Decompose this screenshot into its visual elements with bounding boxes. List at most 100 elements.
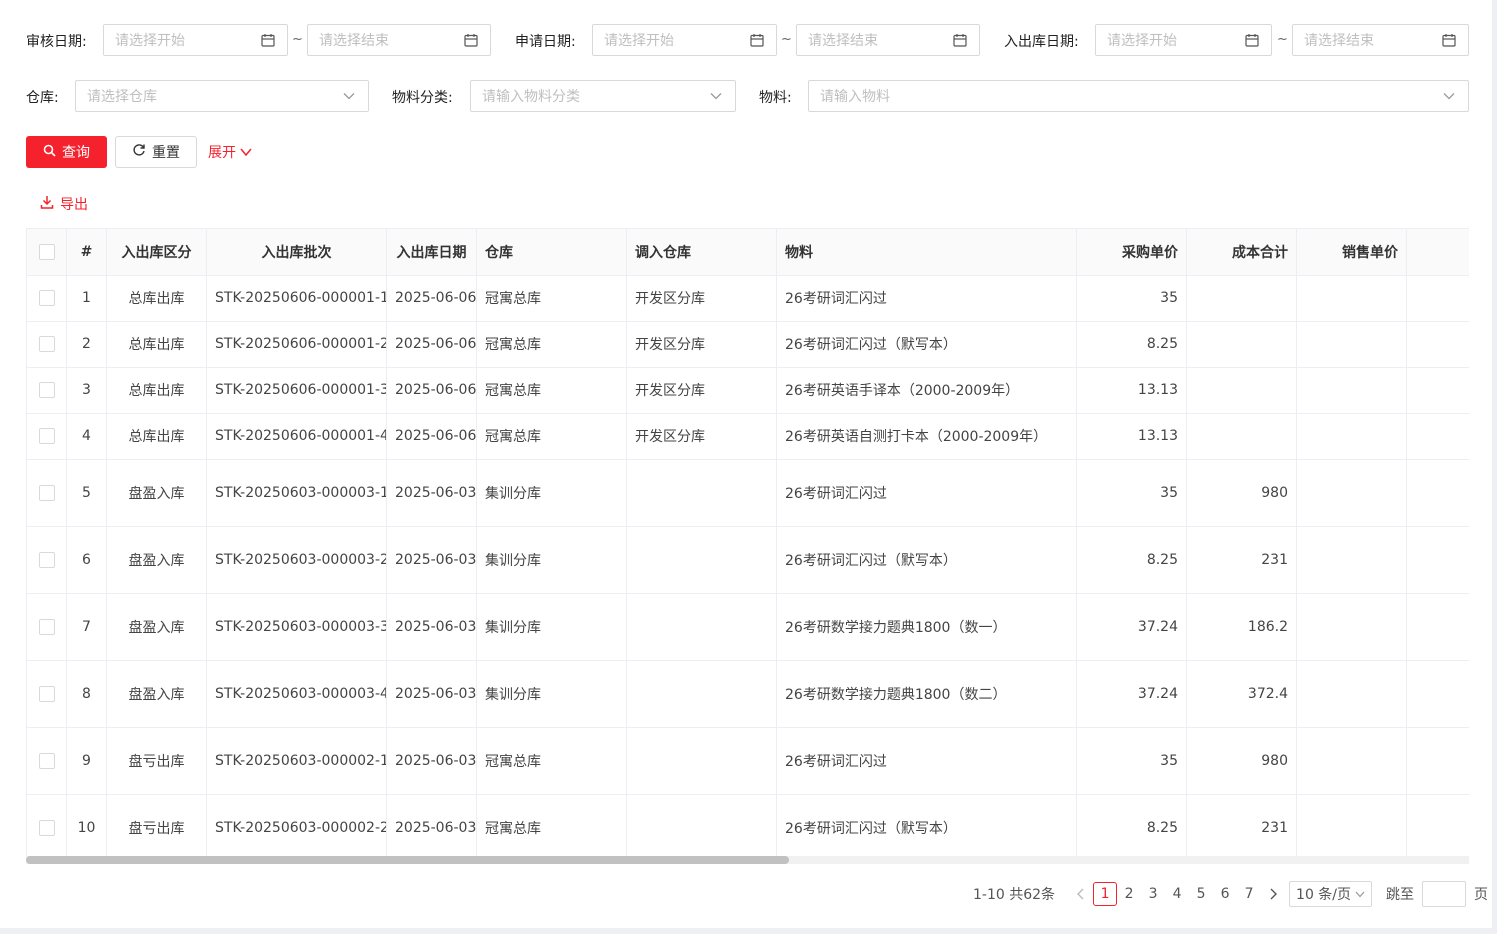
row-checkbox[interactable] xyxy=(26,727,67,795)
row-checkbox[interactable] xyxy=(26,526,67,594)
calendar-icon xyxy=(260,32,276,48)
row-checkbox[interactable] xyxy=(26,459,67,527)
row-checkbox[interactable] xyxy=(26,593,67,661)
page-number-1[interactable]: 1 xyxy=(1093,882,1118,906)
jump-page-input[interactable] xyxy=(1422,881,1467,907)
cell-to-warehouse xyxy=(626,727,777,795)
cell-to-warehouse: 开发区分库 xyxy=(626,275,777,322)
warehouse-placeholder: 请选择仓库 xyxy=(87,89,157,105)
cell-cost-total xyxy=(1186,367,1297,414)
cell-to-warehouse xyxy=(626,459,777,527)
category-placeholder: 请输入物料分类 xyxy=(482,89,580,105)
cell-purchase-price: 13.13 xyxy=(1076,413,1187,460)
cell-purchase-price: 8.25 xyxy=(1076,794,1187,862)
cell-batch: STK-20250603-000003-10 xyxy=(206,459,387,527)
page-number-2[interactable]: 2 xyxy=(1117,882,1141,906)
page-number-6[interactable]: 6 xyxy=(1213,882,1237,906)
table-header-row: # 入出库区分 入出库批次 入出库日期 仓库 调入仓库 物料 采购单价 成本合计… xyxy=(26,229,1469,276)
cell-index: 4 xyxy=(66,413,107,460)
warehouse-select[interactable]: 请选择仓库 xyxy=(75,80,369,112)
material-select[interactable]: 请输入物料 xyxy=(808,80,1469,112)
data-table: # 入出库区分 入出库批次 入出库日期 仓库 调入仓库 物料 采购单价 成本合计… xyxy=(26,228,1469,864)
row-checkbox[interactable] xyxy=(26,794,67,862)
cell-material: 26考研英语手译本（2000-2009年） xyxy=(776,367,1077,414)
cell-date: 2025-06-06 xyxy=(386,321,477,368)
audit-date-start-picker[interactable]: 请选择开始 xyxy=(103,24,288,56)
page-size-select[interactable]: 10 条/页 xyxy=(1289,881,1373,907)
cell-sale-total xyxy=(1406,526,1469,594)
table-row[interactable]: 6 盘盈入库 STK-20250603-000003-20 2025-06-03 集训分… xyxy=(26,526,1469,594)
page-number-3[interactable]: 3 xyxy=(1141,882,1165,906)
inout-date-label: 入出库日期: xyxy=(1004,34,1079,50)
apply-date-end-picker[interactable]: 请选择结束 xyxy=(796,24,980,56)
cell-index: 7 xyxy=(66,593,107,661)
calendar-icon xyxy=(1244,32,1260,48)
cell-type: 总库出库 xyxy=(106,275,207,322)
cell-sale-total xyxy=(1406,459,1469,527)
cell-cost-total: 980 xyxy=(1186,459,1297,527)
horizontal-scrollbar-thumb[interactable] xyxy=(26,856,789,864)
cell-warehouse: 冠寓总库 xyxy=(476,367,627,414)
table-row[interactable]: 3 总库出库 STK-20250606-000001-30 2025-06-06 冠寓总… xyxy=(26,367,1469,414)
export-button[interactable]: 导出 xyxy=(40,192,88,216)
table-row[interactable]: 2 总库出库 STK-20250606-000001-20 2025-06-06 冠寓总… xyxy=(26,321,1469,368)
table-row[interactable]: 1 总库出库 STK-20250606-000001-10 2025-06-06 冠寓总… xyxy=(26,275,1469,322)
table-row[interactable]: 5 盘盈入库 STK-20250603-000003-10 2025-06-03 集训分… xyxy=(26,459,1469,527)
range-separator: ~ xyxy=(1277,32,1288,47)
cell-material: 26考研词汇闪过（默写本） xyxy=(776,321,1077,368)
cell-type: 盘亏出库 xyxy=(106,727,207,795)
cell-warehouse: 冠寓总库 xyxy=(476,275,627,322)
inout-date-start-picker[interactable]: 请选择开始 xyxy=(1095,24,1272,56)
row-checkbox[interactable] xyxy=(26,275,67,322)
calendar-icon xyxy=(1441,32,1457,48)
next-page-button[interactable] xyxy=(1261,882,1285,906)
cell-index: 6 xyxy=(66,526,107,594)
cell-batch: STK-20250603-000002-20 xyxy=(206,794,387,862)
cell-warehouse: 集训分库 xyxy=(476,459,627,527)
table-row[interactable]: 8 盘盈入库 STK-20250603-000003-40 2025-06-03 集训分… xyxy=(26,660,1469,728)
table-row[interactable]: 4 总库出库 STK-20250606-000001-40 2025-06-06 冠寓总… xyxy=(26,413,1469,460)
page-number-4[interactable]: 4 xyxy=(1165,882,1189,906)
cell-batch: STK-20250603-000003-20 xyxy=(206,526,387,594)
cell-cost-total xyxy=(1186,321,1297,368)
apply-date-start-picker[interactable]: 请选择开始 xyxy=(592,24,777,56)
row-checkbox[interactable] xyxy=(26,321,67,368)
cell-material: 26考研词汇闪过 xyxy=(776,459,1077,527)
query-button[interactable]: 查询 xyxy=(26,136,107,168)
calendar-icon xyxy=(952,32,968,48)
table-row[interactable]: 7 盘盈入库 STK-20250603-000003-30 2025-06-03 集训分… xyxy=(26,593,1469,661)
reset-button[interactable]: 重置 xyxy=(115,136,197,168)
cell-index: 3 xyxy=(66,367,107,414)
page-number-7[interactable]: 7 xyxy=(1237,882,1261,906)
cell-purchase-price: 37.24 xyxy=(1076,660,1187,728)
cell-type: 总库出库 xyxy=(106,321,207,368)
cell-sale-total xyxy=(1406,367,1469,414)
page-number-5[interactable]: 5 xyxy=(1189,882,1213,906)
row-checkbox[interactable] xyxy=(26,413,67,460)
cell-material: 26考研词汇闪过 xyxy=(776,275,1077,322)
cell-date: 2025-06-06 xyxy=(386,367,477,414)
table-row[interactable]: 9 盘亏出库 STK-20250603-000002-10 2025-06-03 冠寓总… xyxy=(26,727,1469,795)
row-checkbox[interactable] xyxy=(26,367,67,414)
cell-sale-total xyxy=(1406,794,1469,862)
page-unit-label: 页 xyxy=(1474,887,1489,903)
cell-sale-price xyxy=(1296,367,1407,414)
pagination-summary: 1-10 共62条 xyxy=(973,887,1056,903)
expand-toggle[interactable]: 展开 xyxy=(208,136,252,168)
cell-batch: STK-20250606-000001-40 xyxy=(206,413,387,460)
audit-date-end-picker[interactable]: 请选择结束 xyxy=(307,24,491,56)
cell-sale-price xyxy=(1296,321,1407,368)
inout-date-end-picker[interactable]: 请选择结束 xyxy=(1292,24,1469,56)
cell-purchase-price: 8.25 xyxy=(1076,321,1187,368)
cell-sale-price xyxy=(1296,593,1407,661)
table-row[interactable]: 10 盘亏出库 STK-20250603-000002-20 2025-06-03 冠寓… xyxy=(26,794,1469,862)
select-all-checkbox[interactable] xyxy=(26,229,67,276)
col-header-index: # xyxy=(66,229,107,276)
cell-purchase-price: 35 xyxy=(1076,459,1187,527)
expand-label: 展开 xyxy=(208,145,236,161)
cell-type: 盘盈入库 xyxy=(106,660,207,728)
audit-date-label: 审核日期: xyxy=(26,34,87,50)
prev-page-button[interactable] xyxy=(1069,882,1093,906)
category-select[interactable]: 请输入物料分类 xyxy=(470,80,736,112)
row-checkbox[interactable] xyxy=(26,660,67,728)
